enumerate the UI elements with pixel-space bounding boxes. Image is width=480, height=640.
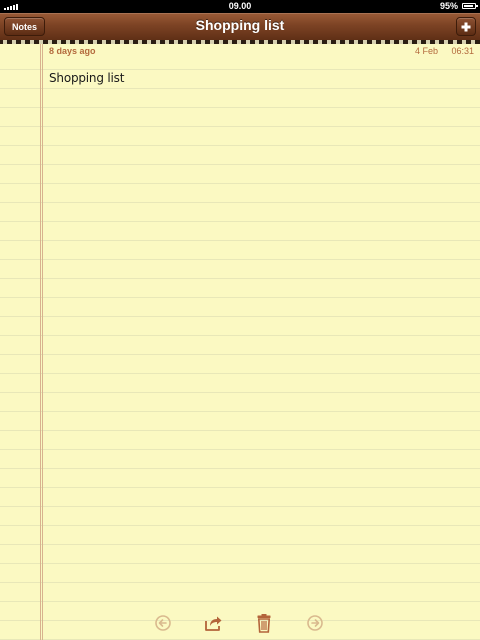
add-note-button[interactable] <box>456 17 476 36</box>
navigation-bar: Notes Shopping list <box>0 13 480 40</box>
back-arrow-icon <box>155 615 171 631</box>
note-meta: 8 days ago 4 Feb 06:31 <box>49 45 474 57</box>
margin-line <box>42 44 43 640</box>
note-date: 4 Feb <box>414 46 438 56</box>
note-age: 8 days ago <box>49 46 96 56</box>
forward-arrow-icon <box>307 615 323 631</box>
share-button[interactable] <box>202 612 224 634</box>
battery-icon <box>462 3 478 9</box>
margin-line <box>40 44 41 640</box>
note-paper[interactable]: 8 days ago 4 Feb 06:31 Shopping list <box>0 44 480 640</box>
note-time: 06:31 <box>451 46 474 56</box>
share-icon <box>205 616 222 631</box>
previous-note-button[interactable] <box>152 612 174 634</box>
battery-percentage: 95% <box>439 1 458 11</box>
note-body-text[interactable]: Shopping list <box>49 71 124 85</box>
page-title: Shopping list <box>195 17 285 33</box>
delete-button[interactable] <box>253 612 275 634</box>
status-bar: 09.00 95% <box>0 0 480 13</box>
status-time: 09.00 <box>228 1 252 11</box>
notes-app-screen: 09.00 95% Notes Shopping list 8 days ago… <box>0 0 480 640</box>
bottom-toolbar <box>0 612 480 634</box>
trash-icon <box>257 614 271 633</box>
next-note-button[interactable] <box>304 612 326 634</box>
plus-icon <box>461 22 471 31</box>
